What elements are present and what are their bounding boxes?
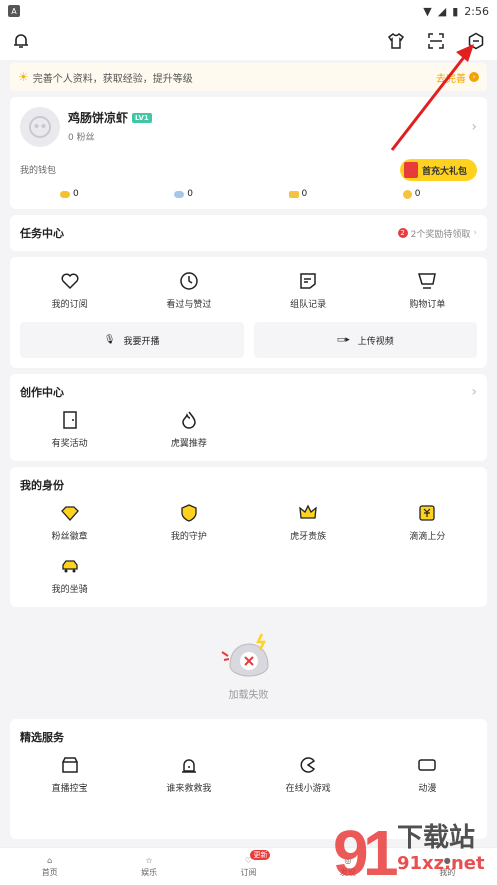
task-note: 2个奖励待领取	[410, 229, 471, 240]
help-me[interactable]: 谁来救救我	[129, 755, 248, 794]
anime[interactable]: 动漫	[368, 755, 487, 794]
site-watermark: 9 1 下载站 91xz.net	[333, 813, 493, 885]
featured-services-header: 精选服务	[20, 731, 64, 744]
notification-app-icon: A	[8, 5, 20, 17]
reward-activities[interactable]: 有奖活动	[10, 410, 129, 449]
broken-cat-icon	[220, 632, 269, 677]
pacman-icon	[300, 757, 316, 773]
creation-center-card: 创作中心 › 有奖活动 虎翼推荐	[10, 374, 487, 461]
car-icon	[61, 560, 78, 573]
first-recharge-gift-button[interactable]: 首充大礼包	[399, 159, 477, 181]
silver-bean-balance[interactable]: 0	[134, 189, 248, 199]
smile-coin-balance[interactable]: 0	[363, 189, 477, 199]
arrow-right-icon: ›	[469, 72, 479, 82]
wifi-icon: ▼	[423, 4, 432, 18]
task-center-row[interactable]: 任务中心 2 2个奖励待领取 ›	[10, 215, 487, 251]
fan-badge-icon	[60, 506, 79, 521]
siren-icon	[181, 759, 196, 773]
watermark-brand: 下载站	[397, 823, 476, 853]
team-records[interactable]: 组队记录	[249, 271, 368, 310]
load-failed-placeholder: 加载失败	[0, 617, 497, 713]
video-camera-icon: ▭▸	[336, 335, 350, 345]
cart-icon	[418, 273, 437, 289]
task-center-title: 任务中心	[20, 227, 64, 240]
shopping-orders[interactable]: 购物订单	[368, 271, 487, 310]
gold-coin-icon	[60, 190, 70, 198]
creation-center-header[interactable]: 创作中心 ›	[10, 374, 487, 410]
profile-card[interactable]: 鸡肠饼凉虾 LV1 0 粉丝 › 我的钱包 首充大礼包 0 0 0 0	[10, 97, 487, 209]
box-icon	[61, 757, 78, 773]
clock-icon	[180, 272, 198, 290]
clock: 2:56	[464, 4, 489, 18]
identity-card: 我的身份 粉丝徽章 我的守护 虎牙贵族 滴滴上分 我的坐骑	[10, 467, 487, 607]
smile-coin-icon	[402, 189, 412, 199]
my-subscriptions[interactable]: 我的订阅	[10, 271, 129, 310]
history-and-likes[interactable]: 看过与赞过	[129, 271, 248, 310]
door-icon	[62, 411, 77, 429]
star-icon: ☆	[145, 855, 153, 865]
my-guard[interactable]: 我的守护	[129, 503, 248, 542]
fan-badge[interactable]: 粉丝徽章	[10, 503, 129, 542]
shield-icon	[181, 504, 197, 522]
shirt-icon[interactable]	[385, 30, 407, 52]
red-envelope-icon	[403, 162, 418, 178]
tab-home[interactable]: ⌂ 首页	[0, 848, 99, 885]
bell-icon[interactable]	[10, 30, 32, 52]
chevron-right-icon[interactable]: ›	[471, 119, 477, 135]
quick-actions-card: 我的订阅 看过与赞过 组队记录 购物订单 🎙 我要开播 ▭▸ 上传视频	[10, 257, 487, 368]
reward-count-badge: 2	[397, 228, 408, 238]
wallet-label: 我的钱包	[20, 166, 57, 176]
yen-ticket-icon	[419, 505, 436, 521]
status-bar: A ▼ ◢ ▮ 2:56	[0, 0, 497, 22]
banner-text: 完善个人资料，获取经验，提升等级	[32, 73, 193, 85]
flame-icon	[182, 411, 196, 429]
identity-header: 我的身份	[20, 479, 64, 492]
ticket-balance[interactable]: 0	[249, 189, 363, 199]
complete-button[interactable]: 去完善 ›	[436, 70, 479, 85]
profile-complete-banner[interactable]: ☀ 完善个人资料，获取经验，提升等级 去完善 ›	[10, 63, 487, 91]
avatar[interactable]	[20, 107, 60, 147]
settings-hexagon-icon[interactable]	[465, 30, 487, 52]
wallet-balances: 0 0 0 0	[20, 189, 477, 199]
film-icon	[418, 759, 437, 771]
tab-subscriptions[interactable]: ♡ 订阅 更新	[199, 848, 298, 885]
tab-entertainment[interactable]: ☆ 娱乐	[99, 848, 198, 885]
battery-icon: ▮	[452, 4, 459, 18]
heart-icon	[61, 273, 79, 290]
gold-coin-balance[interactable]: 0	[20, 189, 134, 199]
note-icon	[300, 273, 316, 289]
scan-icon[interactable]	[425, 30, 447, 52]
sun-icon: ☀	[18, 70, 29, 84]
silver-bean-icon	[174, 190, 185, 198]
chevron-right-icon: ›	[471, 384, 477, 400]
username: 鸡肠饼凉虾 LV1	[68, 109, 152, 126]
chevron-right-icon: ›	[473, 228, 477, 238]
fans-count: 0 粉丝	[68, 133, 95, 143]
microphone-icon: 🎙	[104, 335, 116, 345]
load-failed-text: 加载失败	[228, 689, 269, 701]
didi-rank-up[interactable]: 滴滴上分	[368, 503, 487, 542]
huya-nobility[interactable]: 虎牙贵族	[249, 503, 368, 542]
signal-icon: ◢	[437, 4, 447, 18]
level-badge: LV1	[132, 112, 152, 123]
live-treasure[interactable]: 直播控宝	[10, 755, 129, 794]
update-badge: 更新	[250, 850, 271, 860]
home-icon: ⌂	[47, 855, 53, 865]
watermark-url: 91xz.net	[397, 853, 485, 874]
go-live-button[interactable]: 🎙 我要开播	[20, 322, 244, 358]
ticket-icon	[288, 190, 299, 198]
svg-text:1: 1	[363, 817, 399, 883]
my-mount[interactable]: 我的坐骑	[10, 556, 129, 595]
huyi-recommend[interactable]: 虎翼推荐	[129, 410, 248, 449]
crown-icon	[299, 504, 317, 519]
top-bar	[0, 22, 497, 60]
mini-games[interactable]: 在线小游戏	[249, 755, 368, 794]
upload-video-button[interactable]: ▭▸ 上传视频	[253, 322, 477, 358]
